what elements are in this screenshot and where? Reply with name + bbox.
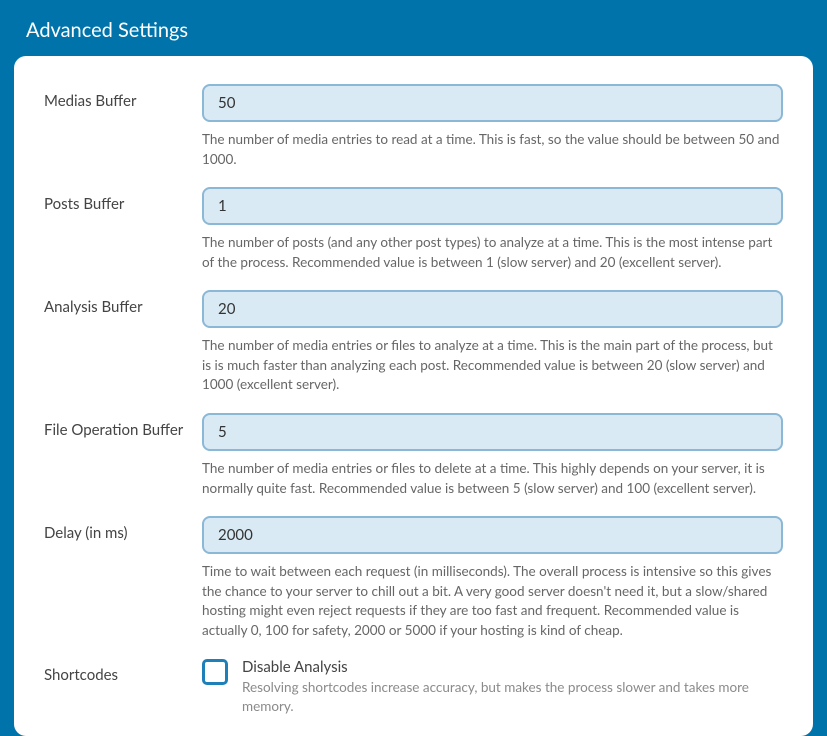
- row-file-op-buffer: File Operation Buffer The number of medi…: [44, 413, 783, 498]
- input-delay[interactable]: [202, 516, 783, 554]
- help-analysis-buffer: The number of media entries or files to …: [202, 336, 783, 395]
- label-posts-buffer: Posts Buffer: [44, 187, 202, 272]
- input-medias-buffer[interactable]: [202, 84, 783, 122]
- checkbox-label-disable-analysis: Disable Analysis: [242, 658, 783, 676]
- label-delay: Delay (in ms): [44, 516, 202, 640]
- label-medias-buffer: Medias Buffer: [44, 84, 202, 169]
- checkbox-desc-disable-analysis: Resolving shortcodes increase accuracy, …: [242, 678, 783, 716]
- settings-panel: Medias Buffer The number of media entrie…: [14, 56, 813, 736]
- help-medias-buffer: The number of media entries to read at a…: [202, 130, 783, 169]
- label-analysis-buffer: Analysis Buffer: [44, 290, 202, 395]
- row-posts-buffer: Posts Buffer The number of posts (and an…: [44, 187, 783, 272]
- row-medias-buffer: Medias Buffer The number of media entrie…: [44, 84, 783, 169]
- help-delay: Time to wait between each request (in mi…: [202, 562, 783, 640]
- row-analysis-buffer: Analysis Buffer The number of media entr…: [44, 290, 783, 395]
- help-posts-buffer: The number of posts (and any other post …: [202, 233, 783, 272]
- row-delay: Delay (in ms) Time to wait between each …: [44, 516, 783, 640]
- input-analysis-buffer[interactable]: [202, 290, 783, 328]
- checkbox-disable-analysis[interactable]: [202, 659, 228, 685]
- input-file-op-buffer[interactable]: [202, 413, 783, 451]
- input-posts-buffer[interactable]: [202, 187, 783, 225]
- label-file-op-buffer: File Operation Buffer: [44, 413, 202, 498]
- page-title: Advanced Settings: [0, 0, 827, 56]
- help-file-op-buffer: The number of media entries or files to …: [202, 459, 783, 498]
- label-shortcodes: Shortcodes: [44, 658, 202, 716]
- row-shortcodes: Shortcodes Disable Analysis Resolving sh…: [44, 658, 783, 716]
